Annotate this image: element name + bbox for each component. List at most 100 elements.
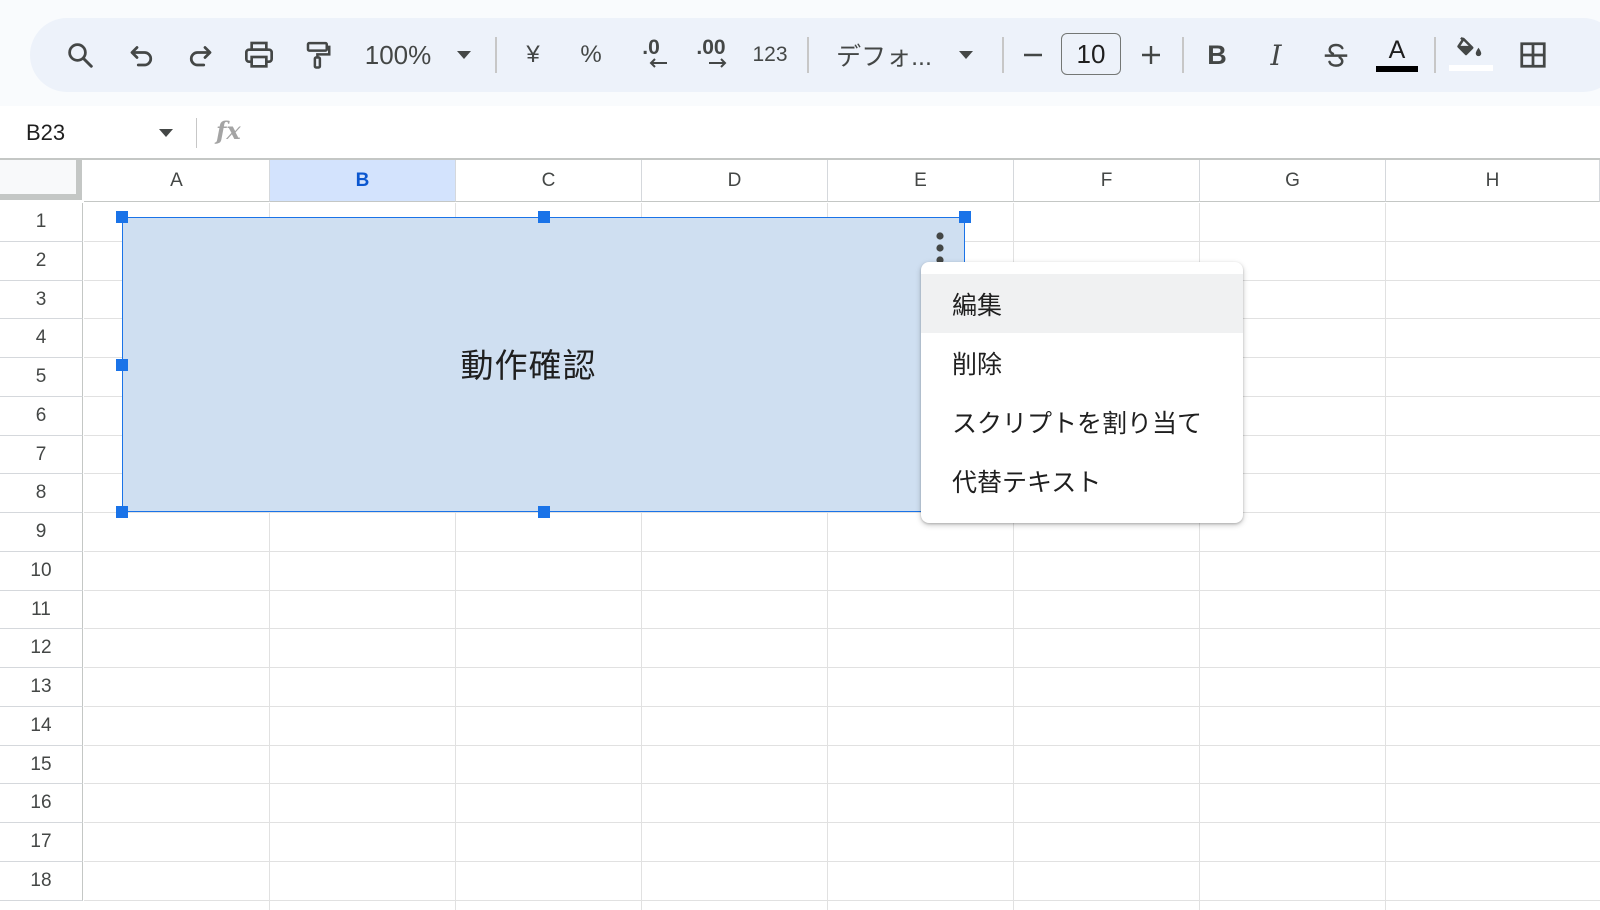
column-header[interactable]: E bbox=[828, 160, 1014, 202]
column-header[interactable]: H bbox=[1386, 160, 1600, 202]
row-header[interactable]: 7 bbox=[0, 436, 83, 474]
grid-row-line bbox=[84, 512, 1600, 513]
zoom-dropdown-icon[interactable] bbox=[454, 18, 474, 92]
column-header[interactable]: G bbox=[1200, 160, 1386, 202]
menu-item-alt-text[interactable]: 代替テキスト bbox=[921, 451, 1243, 510]
text-color-button[interactable]: A bbox=[1375, 18, 1419, 92]
column-header[interactable]: B bbox=[270, 160, 456, 202]
font-dropdown-icon[interactable] bbox=[956, 18, 976, 92]
row-header[interactable]: 11 bbox=[0, 591, 83, 629]
toolbar-divider bbox=[1182, 37, 1184, 73]
row-header[interactable]: 14 bbox=[0, 707, 83, 746]
italic-label: I bbox=[1270, 38, 1282, 72]
font-size-input[interactable]: 10 bbox=[1061, 33, 1121, 75]
row-header[interactable]: 8 bbox=[0, 474, 83, 513]
select-all-corner[interactable] bbox=[0, 160, 82, 200]
grid-row-line bbox=[84, 900, 1600, 901]
resize-handle-top-left[interactable] bbox=[116, 211, 128, 223]
row-header[interactable]: 10 bbox=[0, 552, 83, 591]
row-header[interactable]: 3 bbox=[0, 281, 83, 319]
bold-button[interactable]: B bbox=[1202, 18, 1232, 92]
row-header[interactable]: 13 bbox=[0, 668, 83, 707]
resize-handle-top[interactable] bbox=[538, 211, 550, 223]
decrease-decimal-button[interactable]: .0 bbox=[631, 18, 671, 92]
drawing-label: 動作確認 bbox=[460, 345, 597, 385]
resize-handle-bottom-left[interactable] bbox=[116, 506, 128, 518]
menu-item-label: 編集 bbox=[952, 290, 1003, 320]
row-header[interactable]: 1 bbox=[0, 203, 83, 242]
borders-icon[interactable] bbox=[1515, 18, 1551, 92]
column-header[interactable]: C bbox=[456, 160, 642, 202]
row-header[interactable]: 2 bbox=[0, 242, 83, 281]
text-color-letter: A bbox=[1388, 35, 1406, 64]
more-vert-icon[interactable] bbox=[932, 230, 948, 266]
resize-handle-top-right[interactable] bbox=[959, 211, 971, 223]
menu-item-label: スクリプトを割り当て bbox=[952, 408, 1203, 438]
print-icon[interactable] bbox=[239, 18, 279, 92]
italic-button[interactable]: I bbox=[1261, 18, 1291, 92]
menu-item-assign-script[interactable]: スクリプトを割り当て bbox=[921, 392, 1243, 451]
search-icon[interactable] bbox=[60, 18, 100, 92]
fx-icon: fx bbox=[216, 116, 241, 145]
formula-bar-divider bbox=[196, 118, 197, 148]
strikethrough-icon[interactable] bbox=[1318, 18, 1354, 92]
toolbar: 100% ¥ % .0 .00 123 デフォ... 10 B I A bbox=[30, 18, 1600, 92]
percent-button[interactable]: % bbox=[576, 18, 606, 92]
arrow-right-icon bbox=[709, 58, 727, 68]
menu-item-label: 代替テキスト bbox=[952, 467, 1102, 497]
decrease-decimal-label: .0 bbox=[642, 36, 660, 59]
grid-row-line bbox=[84, 667, 1600, 668]
grid-row-line bbox=[84, 628, 1600, 629]
menu-item-label: 削除 bbox=[952, 349, 1003, 379]
font-size-value: 10 bbox=[1076, 38, 1106, 69]
row-header[interactable]: 12 bbox=[0, 629, 83, 668]
resize-handle-left[interactable] bbox=[116, 359, 128, 371]
column-header[interactable]: F bbox=[1014, 160, 1200, 202]
menu-item-edit[interactable]: 編集 bbox=[921, 274, 1243, 333]
name-box-dropdown-icon[interactable] bbox=[158, 128, 174, 138]
fx-label: fx bbox=[216, 116, 241, 145]
redo-icon[interactable] bbox=[180, 18, 220, 92]
plus-icon[interactable] bbox=[1136, 18, 1166, 92]
name-box[interactable]: B23 bbox=[26, 106, 65, 160]
menu-item-delete[interactable]: 削除 bbox=[921, 333, 1243, 392]
increase-decimal-button[interactable]: .00 bbox=[689, 18, 733, 92]
minus-icon[interactable] bbox=[1018, 18, 1048, 92]
context-menu: 編集 削除 スクリプトを割り当て 代替テキスト bbox=[921, 262, 1243, 523]
font-name: デフォ... bbox=[836, 43, 932, 71]
row-header[interactable]: 6 bbox=[0, 397, 83, 436]
name-box-value: B23 bbox=[26, 120, 66, 145]
column-header[interactable]: A bbox=[84, 160, 270, 202]
formula-bar: B23 fx bbox=[0, 106, 1600, 160]
currency-label: ¥ bbox=[526, 41, 540, 68]
row-header[interactable]: 18 bbox=[0, 862, 83, 901]
row-header[interactable]: 17 bbox=[0, 823, 83, 862]
toolbar-divider bbox=[495, 37, 497, 73]
row-header[interactable]: 5 bbox=[0, 358, 83, 397]
formula-input[interactable] bbox=[262, 114, 1582, 152]
grid-row-line bbox=[84, 590, 1600, 591]
arrow-left-icon bbox=[649, 58, 667, 68]
row-header[interactable]: 9 bbox=[0, 513, 83, 552]
undo-icon[interactable] bbox=[122, 18, 162, 92]
increase-decimal-label: .00 bbox=[696, 36, 726, 59]
zoom-select[interactable]: 100% bbox=[358, 18, 438, 92]
row-header[interactable]: 4 bbox=[0, 319, 83, 358]
grid-row-line bbox=[84, 861, 1600, 862]
grid-row-line bbox=[84, 783, 1600, 784]
grid-column-line bbox=[1385, 203, 1386, 910]
grid-row-line bbox=[84, 745, 1600, 746]
resize-handle-bottom[interactable] bbox=[538, 506, 550, 518]
column-header[interactable]: D bbox=[642, 160, 828, 202]
row-header[interactable]: 16 bbox=[0, 784, 83, 823]
row-header[interactable]: 15 bbox=[0, 746, 83, 784]
toolbar-divider bbox=[1002, 37, 1004, 73]
font-select[interactable]: デフォ... bbox=[832, 18, 936, 92]
currency-button[interactable]: ¥ bbox=[518, 18, 548, 92]
number-format-button[interactable]: 123 bbox=[748, 18, 792, 92]
drawing-shape[interactable]: 動作確認 bbox=[122, 217, 965, 512]
grid-row-line bbox=[84, 551, 1600, 552]
number-format-label: 123 bbox=[752, 43, 788, 66]
paint-format-icon[interactable] bbox=[298, 18, 338, 92]
fill-color-icon[interactable] bbox=[1448, 18, 1494, 92]
